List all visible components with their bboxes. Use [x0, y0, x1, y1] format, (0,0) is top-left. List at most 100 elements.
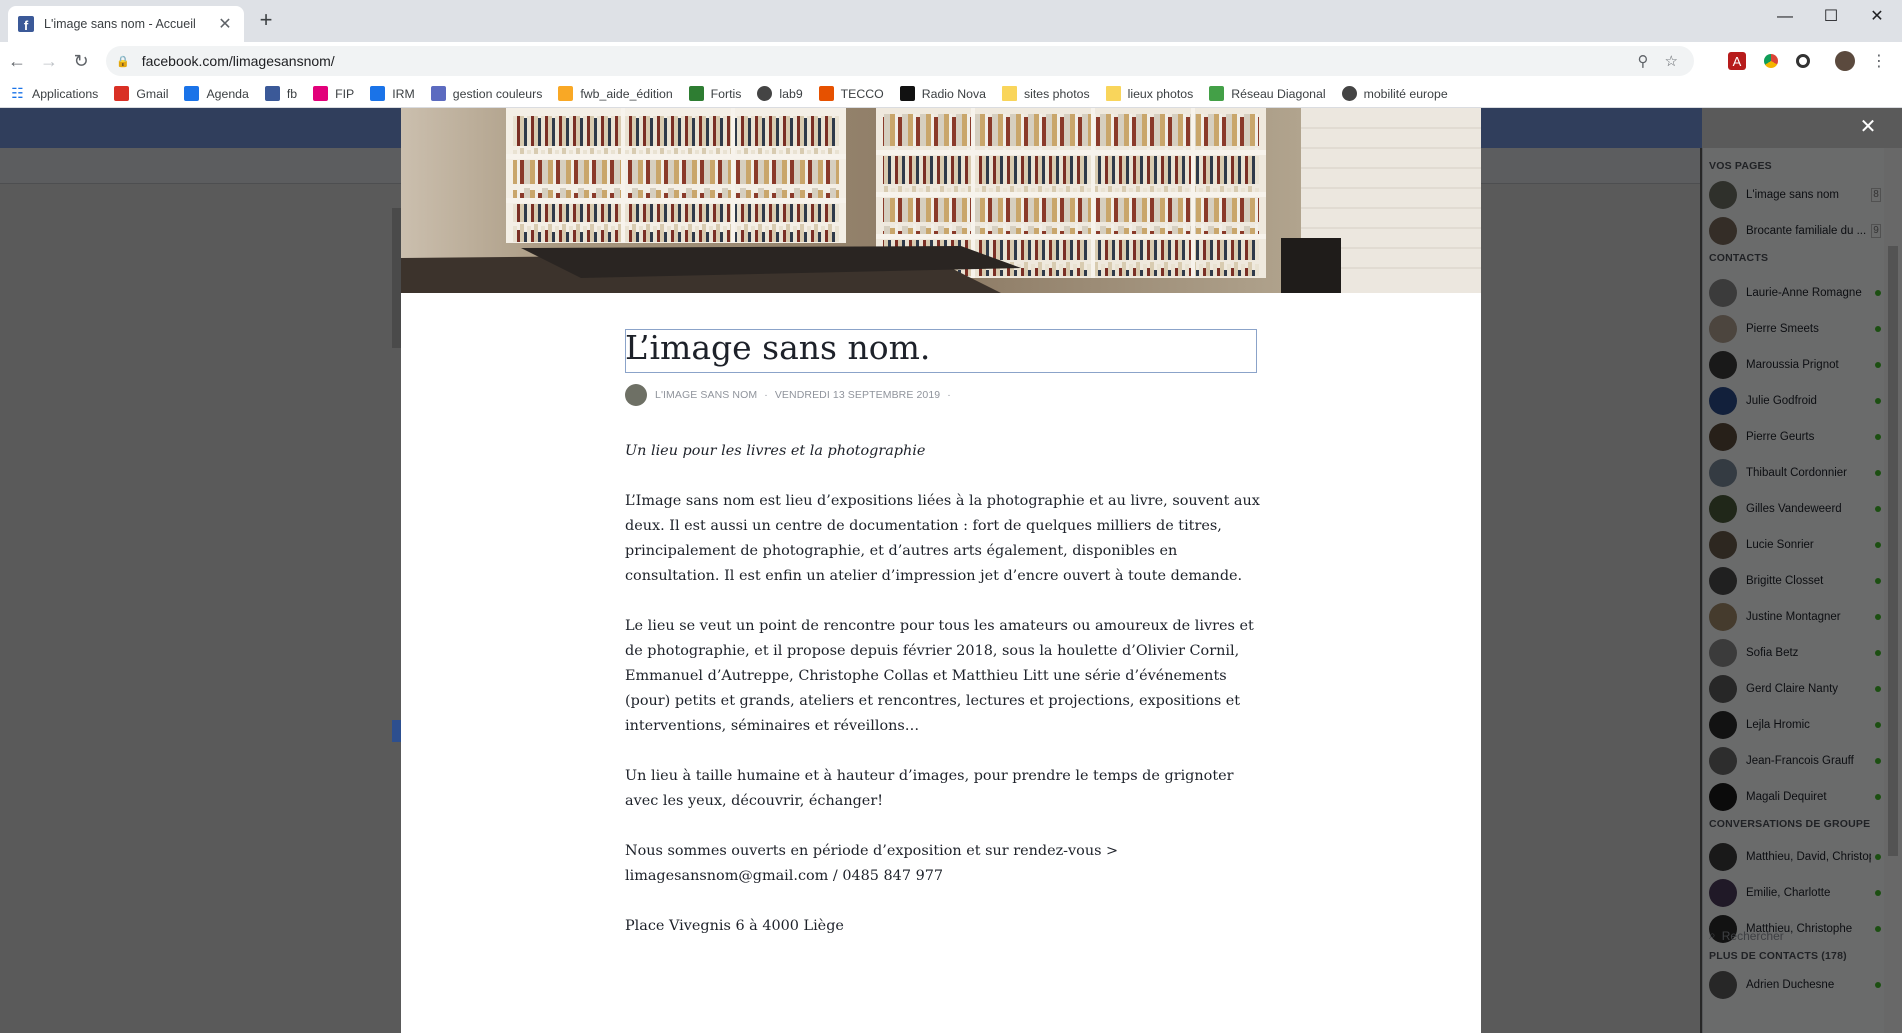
bookmark-item[interactable]: fwb_aide_édition: [558, 86, 673, 101]
contact-item-label: Gilles Vandeweerd: [1746, 503, 1842, 515]
contact-item[interactable]: Justine Montagner: [1709, 602, 1881, 632]
new-tab-button[interactable]: +: [254, 8, 278, 34]
article-title[interactable]: L’image sans nom.: [625, 328, 930, 367]
bookmark-label: Radio Nova: [921, 86, 986, 101]
contact-item[interactable]: Pierre Smeets: [1709, 314, 1881, 344]
minimize-button[interactable]: —: [1762, 4, 1808, 32]
online-status-icon: [1875, 398, 1881, 404]
browser-tab[interactable]: f L'image sans nom - Accueil ✕: [8, 6, 244, 42]
forward-arrow-icon[interactable]: →: [36, 48, 62, 74]
avatar: [1709, 351, 1737, 379]
profile-avatar-icon[interactable]: [1834, 50, 1856, 72]
avatar: [1709, 747, 1737, 775]
contact-item[interactable]: Gilles Vandeweerd: [1709, 494, 1881, 524]
group-conversation-item[interactable]: Emilie, Charlotte: [1709, 878, 1881, 908]
contact-item-label: Lejla Hromic: [1746, 719, 1810, 731]
close-window-button[interactable]: ✕: [1854, 4, 1900, 32]
tecco-icon: [818, 86, 834, 101]
facebook-icon: [264, 86, 280, 101]
group-conversation-item[interactable]: Matthieu, David, Christophe: [1709, 842, 1881, 872]
url-text[interactable]: facebook.com/limagesansnom/: [142, 53, 1638, 69]
bookmark-item[interactable]: Gmail: [114, 86, 168, 101]
bookmark-item[interactable]: ☷ Applications: [10, 85, 98, 101]
avatar: [1709, 711, 1737, 739]
page-item-label: Brocante familiale du ...: [1746, 225, 1867, 237]
reload-icon[interactable]: ↻: [68, 48, 94, 74]
bookmark-item[interactable]: lab9: [757, 86, 803, 101]
contact-item[interactable]: Pierre Geurts: [1709, 422, 1881, 452]
bookmark-label: lieux photos: [1127, 86, 1194, 101]
contact-item[interactable]: Magali Dequiret: [1709, 782, 1881, 812]
contact-item[interactable]: Brigitte Closset: [1709, 566, 1881, 596]
article-paragraph: Un lieu à taille humaine et à hauteur d’…: [625, 768, 1234, 809]
online-status-icon: [1875, 722, 1881, 728]
zoom-icon[interactable]: ⚲: [1638, 52, 1649, 70]
contact-item[interactable]: Maroussia Prignot: [1709, 350, 1881, 380]
chrome-extension-icon[interactable]: [1760, 50, 1782, 72]
bookmark-item[interactable]: FIP: [313, 86, 354, 101]
bookmark-item[interactable]: sites photos: [1001, 86, 1090, 101]
note-article: L’image sans nom. L'IMAGE SANS NOM · VEN…: [401, 108, 1481, 1033]
bookmark-item[interactable]: lieux photos: [1105, 86, 1194, 101]
contact-item[interactable]: Jean-Francois Grauff: [1709, 746, 1881, 776]
close-overlay-button[interactable]: ✕: [1856, 114, 1880, 139]
contact-item[interactable]: Sofia Betz: [1709, 638, 1881, 668]
contact-item-label: Justine Montagner: [1746, 611, 1841, 623]
chat-search-input[interactable]: ⌕ Rechercher: [1709, 928, 1784, 943]
contact-item[interactable]: Thibault Cordonnier: [1709, 458, 1881, 488]
contact-item-label: Jean-Francois Grauff: [1746, 755, 1854, 767]
bookmark-item[interactable]: gestion couleurs: [430, 86, 542, 101]
bookmark-label: Réseau Diagonal: [1231, 86, 1326, 101]
more-contacts-header: PLUS DE CONTACTS (178): [1709, 950, 1847, 962]
cover-photo: [401, 108, 1481, 293]
avatar: [1709, 639, 1737, 667]
group-conversation-item-label: Matthieu, David, Christophe: [1746, 851, 1871, 863]
folder-icon: [1105, 86, 1121, 101]
article-author[interactable]: L'IMAGE SANS NOM: [655, 389, 757, 401]
bookmark-item[interactable]: mobilité europe: [1341, 86, 1448, 101]
tab-close-icon[interactable]: ✕: [216, 14, 234, 34]
bookmark-item[interactable]: Fortis: [688, 86, 741, 101]
bookmark-label: IRM: [392, 86, 415, 101]
page-avatar[interactable]: [625, 384, 647, 406]
apps-grid-icon: ☷: [11, 85, 24, 101]
online-status-icon: [1875, 854, 1881, 860]
contact-item[interactable]: Laurie-Anne Romagne: [1709, 278, 1881, 308]
bookmark-item[interactable]: Agenda: [184, 86, 249, 101]
contact-item[interactable]: Adrien Duchesne: [1709, 970, 1881, 1000]
irm-icon: [370, 86, 386, 101]
bookmark-item[interactable]: fb: [264, 86, 297, 101]
bookmark-item[interactable]: Radio Nova: [899, 86, 986, 101]
online-status-icon: [1875, 614, 1881, 620]
headphones-extension-icon[interactable]: [1792, 50, 1814, 72]
pdf-extension-icon[interactable]: A: [1728, 52, 1746, 70]
meta-separator: ·: [764, 389, 768, 401]
page-item[interactable]: Brocante familiale du ... 9: [1709, 216, 1881, 246]
address-bar[interactable]: 🔒 facebook.com/limagesansnom/ ⚲ ☆: [106, 46, 1694, 76]
online-status-icon: [1875, 542, 1881, 548]
page-item[interactable]: L'image sans nom 8: [1709, 180, 1881, 210]
bookmark-item[interactable]: Réseau Diagonal: [1209, 86, 1326, 101]
maximize-button[interactable]: ☐: [1808, 4, 1854, 32]
fwb-icon: [558, 86, 574, 101]
article-subtitle: Un lieu pour les livres et la photograph…: [625, 443, 926, 459]
contact-item[interactable]: Lejla Hromic: [1709, 710, 1881, 740]
avatar: [1709, 315, 1737, 343]
online-status-icon: [1875, 982, 1881, 988]
contact-item[interactable]: Gerd Claire Nanty: [1709, 674, 1881, 704]
avatar: [1709, 217, 1737, 245]
group-conversation-item-label: Emilie, Charlotte: [1746, 887, 1831, 899]
article-date[interactable]: VENDREDI 13 SEPTEMBRE 2019: [775, 389, 940, 401]
article-address: Place Vivegnis 6 à 4000 Liège: [625, 918, 844, 934]
contact-item[interactable]: Lucie Sonrier: [1709, 530, 1881, 560]
bookmark-star-icon[interactable]: ☆: [1665, 52, 1678, 70]
avatar: [1709, 495, 1737, 523]
bookmark-item[interactable]: IRM: [370, 86, 415, 101]
bookmark-label: sites photos: [1023, 86, 1090, 101]
contact-item[interactable]: Julie Godfroid: [1709, 386, 1881, 416]
menu-kebab-icon[interactable]: ⋮: [1868, 50, 1890, 72]
gmg-icon: [430, 86, 446, 101]
avatar: [1709, 879, 1737, 907]
bookmark-item[interactable]: TECCO: [818, 86, 884, 101]
back-arrow-icon[interactable]: ←: [4, 48, 30, 74]
